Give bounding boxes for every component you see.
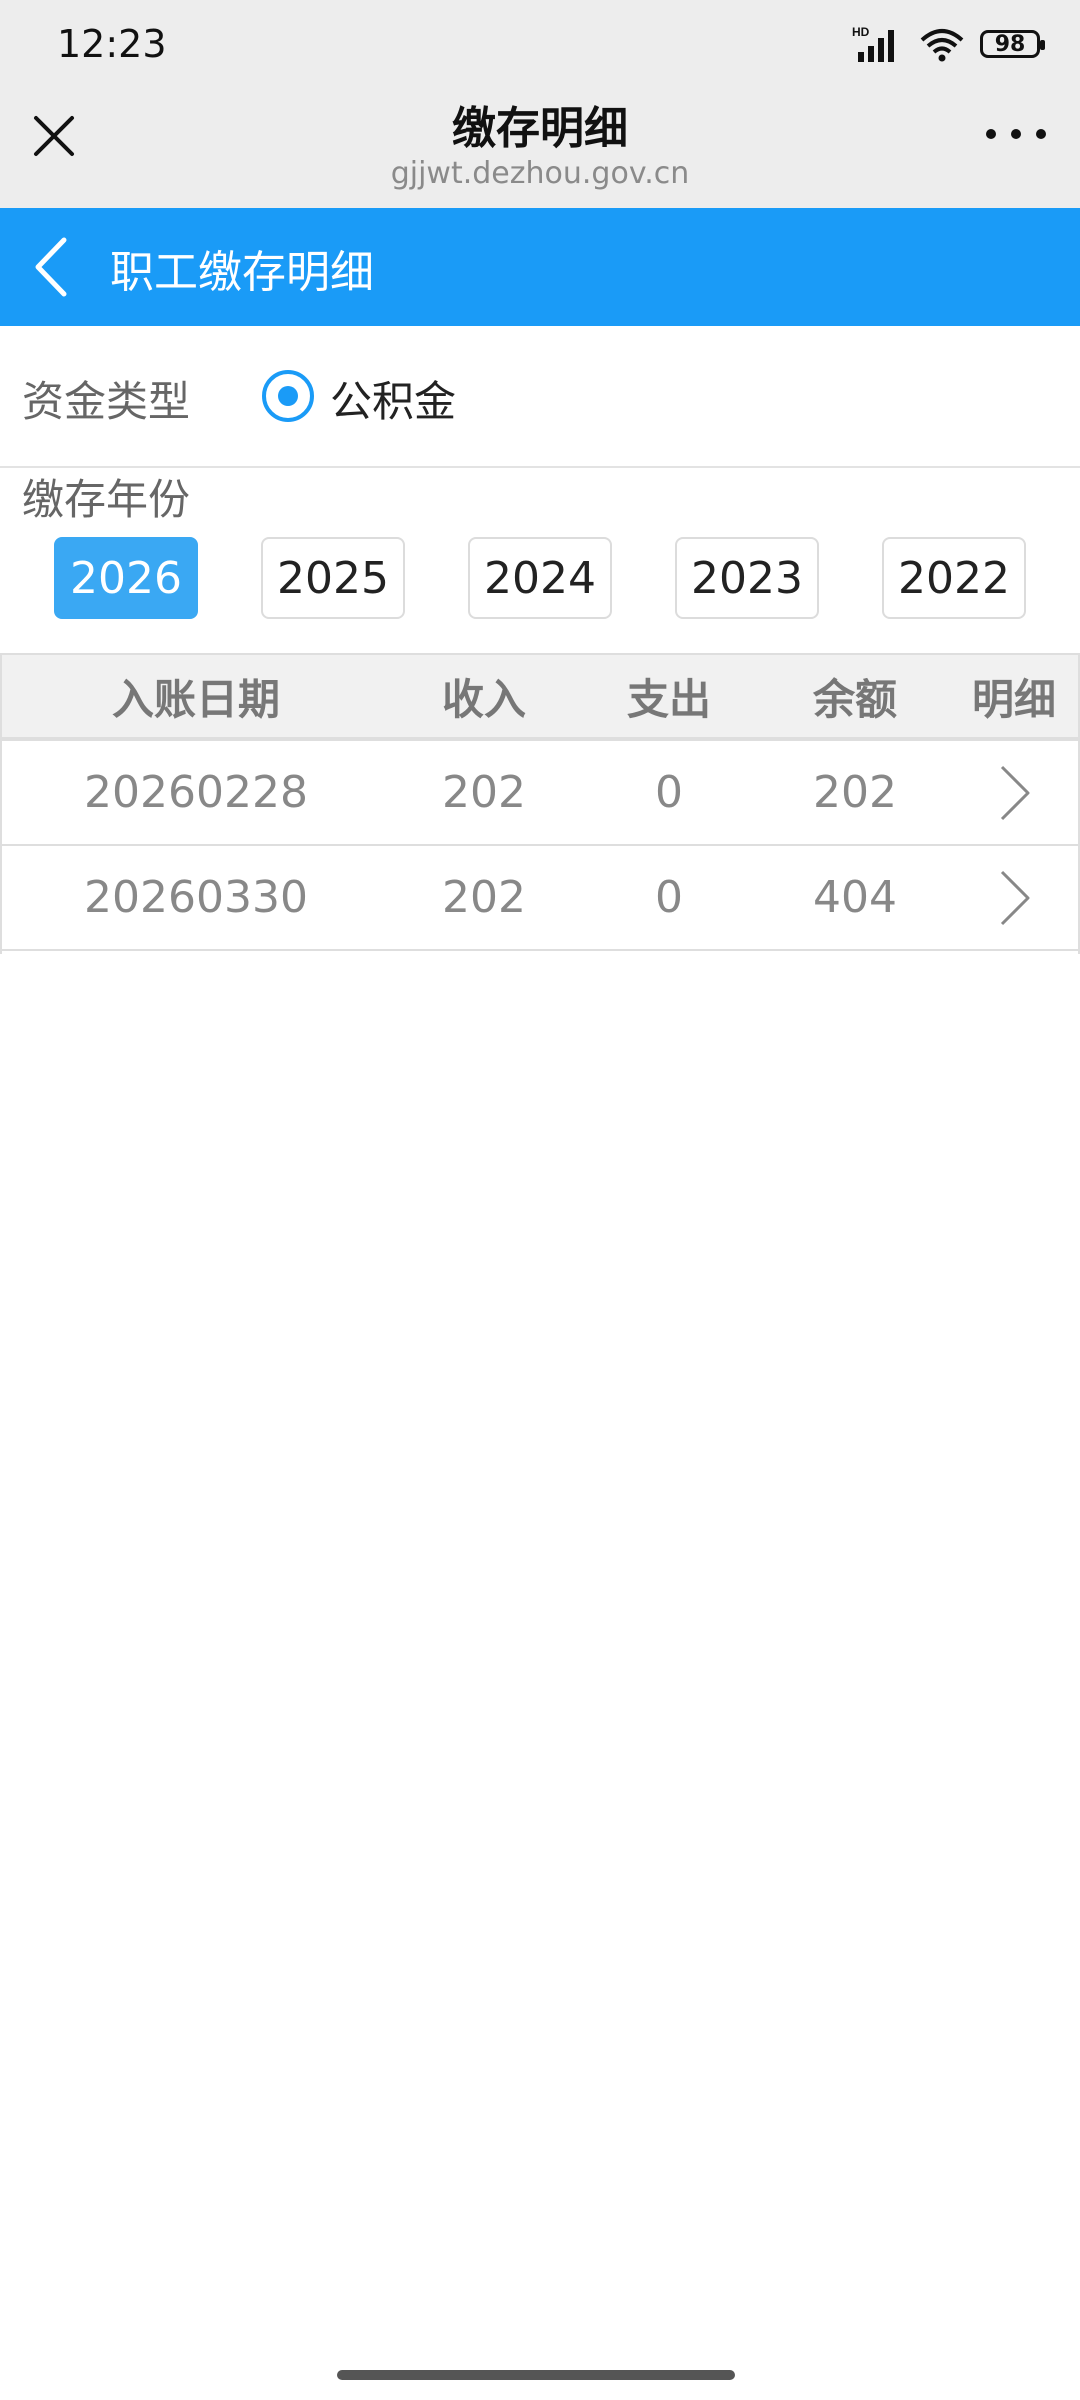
year-button-2022[interactable]: 2022 (882, 537, 1026, 619)
row-date: 20260228 (84, 767, 308, 818)
status-bar: 12:23 HD 98 (0, 0, 1080, 86)
year-button-2024[interactable]: 2024 (468, 537, 612, 619)
chevron-left-icon (35, 237, 67, 297)
year-label: 缴存年份 (22, 475, 191, 524)
header-detail: 明细 (971, 674, 1056, 724)
home-indicator[interactable] (337, 2370, 735, 2380)
fund-type-radio[interactable] (262, 370, 314, 422)
row-expense: 0 (655, 872, 683, 923)
row-expense: 0 (655, 767, 683, 818)
row-detail-button[interactable] (948, 741, 1080, 844)
status-time: 12:23 (57, 22, 167, 66)
header-income: 收入 (441, 674, 526, 724)
year-button-2023[interactable]: 2023 (675, 537, 819, 619)
header-date: 入账日期 (111, 674, 280, 724)
row-income: 202 (442, 872, 526, 923)
header-expense: 支出 (626, 674, 711, 724)
table-row[interactable]: 20260330 202 0 404 (0, 846, 1080, 951)
more-icon-dot (1036, 129, 1046, 139)
year-button-2026[interactable]: 2026 (54, 537, 198, 619)
row-date: 20260330 (84, 872, 308, 923)
header-balance: 余额 (812, 674, 897, 724)
header-title: 职工缴存明细 (110, 247, 374, 298)
page-url: gjjwt.dezhou.gov.cn (390, 156, 690, 191)
radio-selected-dot (278, 386, 298, 406)
fund-type-row: 资金类型 公积金 (0, 326, 1080, 468)
fund-type-label: 资金类型 (22, 377, 191, 426)
back-button[interactable] (26, 234, 86, 300)
battery-level: 98 (994, 31, 1026, 57)
wifi-icon (920, 29, 964, 62)
table-header: 入账日期 收入 支出 余额 明细 (0, 653, 1080, 741)
more-button[interactable] (986, 124, 1046, 144)
more-icon-dot (1011, 129, 1021, 139)
network-type-label: HD (852, 25, 870, 39)
app-header: 职工缴存明细 (0, 208, 1080, 326)
status-icons: HD 98 (852, 22, 1045, 66)
row-balance: 404 (813, 872, 897, 923)
contribution-table: 入账日期 收入 支出 余额 明细 20260228 202 0 202 2026… (0, 653, 1080, 951)
page-title: 缴存明细 (452, 103, 628, 154)
row-balance: 202 (813, 767, 897, 818)
browser-top-bar: 缴存明细 gjjwt.dezhou.gov.cn (0, 86, 1080, 208)
year-button-2025[interactable]: 2025 (261, 537, 405, 619)
fund-type-option[interactable]: 公积金 (330, 368, 456, 429)
more-icon (986, 129, 996, 139)
chevron-right-icon (1000, 765, 1030, 820)
row-detail-button[interactable] (948, 846, 1080, 949)
chevron-right-icon (1000, 870, 1030, 925)
year-selector: 2026 2025 2024 2023 2022 (54, 537, 1028, 619)
battery-icon: 98 (980, 30, 1045, 58)
signal-icon: HD (852, 25, 894, 62)
table-row[interactable]: 20260228 202 0 202 (0, 741, 1080, 846)
row-income: 202 (442, 767, 526, 818)
